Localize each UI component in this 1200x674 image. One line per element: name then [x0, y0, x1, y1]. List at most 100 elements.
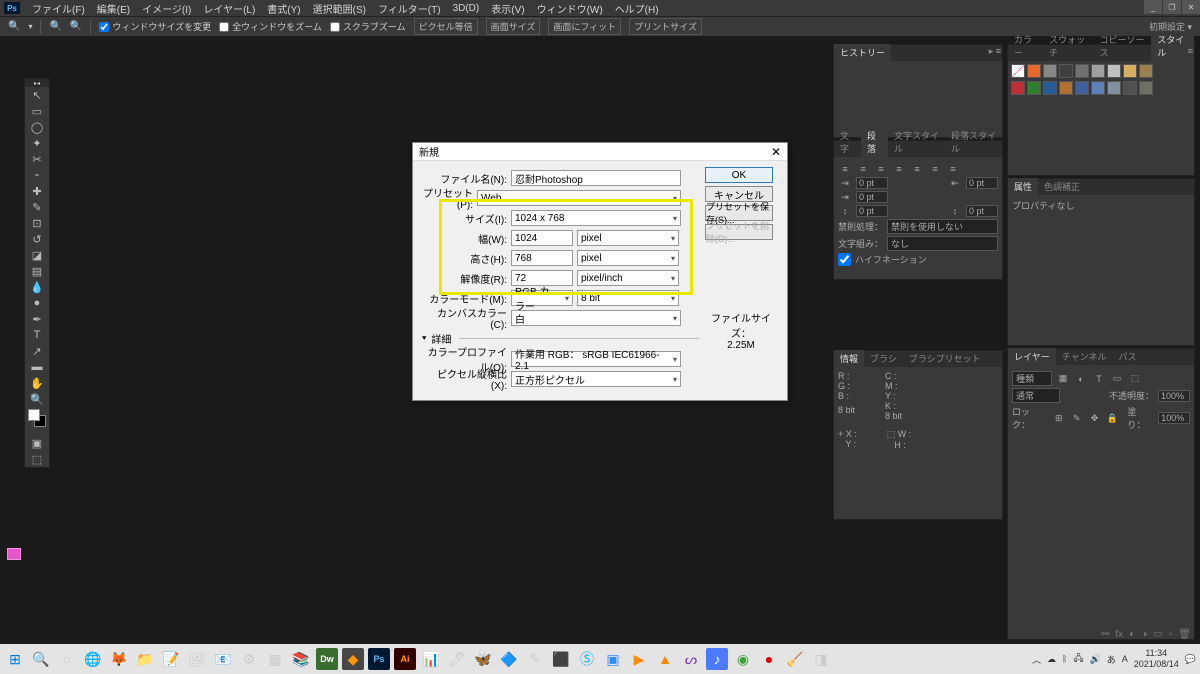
- menu-view[interactable]: 表示(V): [485, 1, 530, 16]
- menu-filter[interactable]: フィルター(T): [372, 1, 447, 16]
- ok-button[interactable]: OK: [705, 167, 773, 183]
- menu-select[interactable]: 選択範囲(S): [307, 1, 372, 16]
- mojikumi-select[interactable]: なし: [887, 236, 998, 251]
- print-size-button[interactable]: プリントサイズ: [629, 18, 702, 35]
- crop-tool[interactable]: ✂: [25, 151, 49, 167]
- tray-up-icon[interactable]: ︿: [1032, 653, 1041, 666]
- style-swatch[interactable]: [1011, 64, 1025, 78]
- dialog-close-icon[interactable]: ✕: [771, 145, 781, 159]
- music-icon[interactable]: ♪: [706, 648, 728, 670]
- style-swatch[interactable]: [1043, 64, 1057, 78]
- parastyle-tab[interactable]: 段落スタイル: [945, 127, 1002, 157]
- canvas-select[interactable]: 白: [511, 310, 681, 326]
- app4-icon[interactable]: ᔕ: [680, 648, 702, 670]
- app1-icon[interactable]: 🖊: [446, 648, 468, 670]
- obs-icon[interactable]: ⬛: [550, 648, 572, 670]
- style-swatch[interactable]: [1043, 81, 1057, 95]
- style-swatch[interactable]: [1123, 81, 1137, 95]
- style-swatch[interactable]: [1091, 64, 1105, 78]
- attr-tab[interactable]: 属性: [1008, 178, 1038, 195]
- excel-icon[interactable]: 📊: [420, 648, 442, 670]
- layer-adjust-icon[interactable]: ◑: [1141, 629, 1147, 640]
- layer-link-icon[interactable]: ⚯: [1101, 629, 1109, 640]
- charstyle-tab[interactable]: 文字スタイル: [888, 127, 945, 157]
- channels-tab[interactable]: チャンネル: [1056, 348, 1113, 365]
- tray-net-icon[interactable]: 🖧: [1073, 651, 1083, 667]
- skype-icon[interactable]: Ⓢ: [576, 648, 598, 670]
- tray-vol-icon[interactable]: 🔊: [1089, 654, 1100, 665]
- tray-ime2-icon[interactable]: A: [1122, 654, 1128, 664]
- style-swatch[interactable]: [1059, 64, 1073, 78]
- rec-icon[interactable]: ●: [758, 648, 780, 670]
- height-unit-select[interactable]: pixel: [577, 250, 679, 266]
- style-swatch[interactable]: [1027, 81, 1041, 95]
- lasso-tool[interactable]: ◯: [25, 119, 49, 135]
- style-swatch[interactable]: [1091, 81, 1105, 95]
- kinsoku-select[interactable]: 禁則を使用しない: [887, 219, 998, 234]
- brushpreset-tab[interactable]: ブラシプリセット: [903, 350, 987, 367]
- char-tab[interactable]: 文字: [834, 127, 861, 157]
- firefox-icon[interactable]: 🦊: [108, 648, 130, 670]
- menu-help[interactable]: ヘルプ(H): [609, 1, 665, 16]
- preset-select[interactable]: Web: [477, 190, 681, 206]
- app3-icon[interactable]: ✎: [524, 648, 546, 670]
- explorer-icon[interactable]: 📁: [134, 648, 156, 670]
- style-swatch[interactable]: [1075, 81, 1089, 95]
- menu-file[interactable]: ファイル(F): [26, 1, 91, 16]
- style-swatch[interactable]: [1107, 81, 1121, 95]
- aspect-select[interactable]: 正方形ピクセル: [511, 371, 681, 387]
- fit-screen-button[interactable]: 画面にフィット: [548, 18, 621, 35]
- eraser-tool[interactable]: ◪: [25, 247, 49, 263]
- dw-icon[interactable]: Dw: [316, 648, 338, 670]
- info-tab[interactable]: 情報: [834, 350, 864, 367]
- sublime-icon[interactable]: ◆: [342, 648, 364, 670]
- hand-tool[interactable]: ✋: [25, 375, 49, 391]
- ai-icon[interactable]: Ai: [394, 648, 416, 670]
- paths-tab[interactable]: パス: [1112, 348, 1142, 365]
- chrome-icon[interactable]: 🌐: [82, 648, 104, 670]
- zoom-tool[interactable]: 🔍: [25, 391, 49, 407]
- filename-input[interactable]: [511, 170, 681, 186]
- outlook-icon[interactable]: 📧: [212, 648, 234, 670]
- size-select[interactable]: 1024 x 768: [511, 210, 681, 226]
- zoom-in-icon[interactable]: 🔍: [49, 21, 61, 32]
- clock[interactable]: 11:34 2021/08/14: [1134, 648, 1179, 670]
- task1-icon[interactable]: ▦: [264, 648, 286, 670]
- toolbar-grip[interactable]: ▸◂: [25, 79, 49, 87]
- layer-group-icon[interactable]: ▭: [1153, 629, 1162, 640]
- para-tab[interactable]: 段落: [861, 127, 888, 157]
- clonesrc-tab[interactable]: コピーソース: [1094, 31, 1152, 61]
- media-icon[interactable]: ▶: [628, 648, 650, 670]
- height-input[interactable]: [511, 250, 573, 266]
- zoom-out-icon[interactable]: 🔍: [70, 21, 82, 32]
- style-swatch[interactable]: [1027, 64, 1041, 78]
- layer-fx-icon[interactable]: fx: [1115, 629, 1123, 640]
- screen-size-button[interactable]: 画面サイズ: [486, 18, 541, 35]
- layer-trash-icon[interactable]: 🗑: [1178, 629, 1191, 640]
- butterfly-icon[interactable]: 🦋: [472, 648, 494, 670]
- heal-tool[interactable]: ✚: [25, 183, 49, 199]
- pixel-button[interactable]: ピクセル等倍: [414, 18, 478, 35]
- app2-icon[interactable]: 🔷: [498, 648, 520, 670]
- swatch-tab[interactable]: スウォッチ: [1043, 31, 1093, 61]
- tray-ime-icon[interactable]: あ: [1107, 653, 1116, 666]
- profile-select[interactable]: 作業用 RGB： sRGB IEC61966-2.1: [511, 351, 681, 367]
- zoom-icon[interactable]: ▣: [602, 648, 624, 670]
- search-icon[interactable]: 🔍: [30, 648, 52, 670]
- type-tool[interactable]: T: [25, 327, 49, 343]
- fg-color[interactable]: [28, 409, 40, 421]
- style-swatch[interactable]: [1059, 81, 1073, 95]
- path-tool[interactable]: ↗: [25, 343, 49, 359]
- zoom-all-check[interactable]: [219, 22, 229, 32]
- stamp-tool[interactable]: ⊡: [25, 215, 49, 231]
- fg-bg-colors[interactable]: [25, 407, 49, 435]
- window-max-icon[interactable]: ❐: [1163, 0, 1181, 14]
- style-swatch[interactable]: [1107, 64, 1121, 78]
- brush-tool[interactable]: ✎: [25, 199, 49, 215]
- task2-icon[interactable]: 📚: [290, 648, 312, 670]
- layer-new-icon[interactable]: ▫: [1169, 629, 1173, 640]
- menu-image[interactable]: イメージ(I): [136, 1, 197, 16]
- wand-tool[interactable]: ✦: [25, 135, 49, 151]
- menu-window[interactable]: ウィンドウ(W): [531, 1, 609, 16]
- history-brush-tool[interactable]: ↺: [25, 231, 49, 247]
